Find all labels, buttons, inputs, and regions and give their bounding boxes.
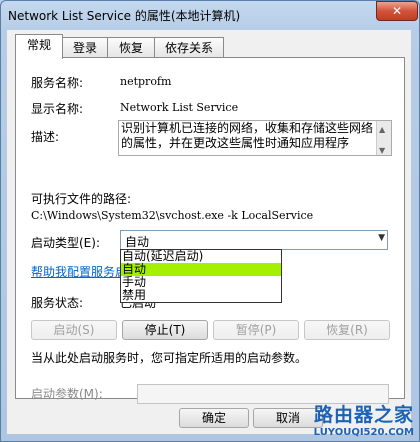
cancel-button[interactable]: 取消	[253, 408, 323, 428]
startup-type-dropdown[interactable]: 自动(延迟启动) 自动 手动 禁用	[120, 249, 282, 303]
scroll-down-icon[interactable]: ▼	[379, 143, 385, 155]
description-scrollbar[interactable]: ▲ ▼	[376, 121, 391, 155]
status-label: 服务状态:	[31, 296, 84, 310]
start-params-label: 启动参数(M):	[31, 387, 103, 401]
resume-button[interactable]: 恢复(R)	[304, 320, 390, 340]
scroll-up-icon[interactable]: ▲	[379, 122, 385, 137]
tab-logon[interactable]: 登录	[62, 37, 108, 58]
ok-button[interactable]: 确定	[179, 408, 249, 428]
title-bar[interactable]: Network List Service 的属性(本地计算机) ✕	[0, 0, 420, 30]
window-title: Network List Service 的属性(本地计算机)	[8, 9, 241, 23]
description-textarea[interactable]: 识别计算机已连接的网络，收集和存储这些网络的属性，并在更改这些属性时通知应用程序…	[118, 120, 392, 156]
help-configure-link[interactable]: 帮助我配置服务启	[31, 263, 127, 280]
tab-general[interactable]: 常规	[15, 34, 63, 59]
service-name-value: netprofm	[120, 75, 172, 88]
description-text: 识别计算机已连接的网络，收集和存储这些网络的属性，并在更改这些属性时通知应用程序	[121, 121, 374, 150]
start-params-hint: 当从此处启动服务时，您可指定所适用的启动参数。	[31, 351, 308, 365]
chevron-down-icon[interactable]: ▼	[378, 233, 385, 243]
display-name-label: 显示名称:	[31, 102, 84, 116]
tab-dependencies[interactable]: 依存关系	[154, 37, 224, 58]
stop-button[interactable]: 停止(T)	[122, 320, 208, 340]
close-button[interactable]: ✕	[376, 1, 418, 21]
startup-type-value: 自动	[125, 235, 150, 249]
close-icon: ✕	[391, 4, 403, 18]
startup-type-select[interactable]: 自动 ▼	[120, 230, 388, 250]
exe-path-value: C:\Windows\System32\svchost.exe -k Local…	[31, 209, 314, 222]
display-name-value: Network List Service	[120, 101, 239, 114]
description-label: 描述:	[31, 130, 60, 144]
general-panel: 服务名称: netprofm 显示名称: Network List Servic…	[15, 57, 405, 401]
watermark-url: LUYOUQI520.COM	[313, 427, 414, 438]
dialog-client: 常规 登录 恢复 依存关系 服务名称: netprofm 显示名称: Netwo…	[7, 30, 411, 434]
watermark: 路由器之家 LUYOUQI520.COM	[314, 400, 414, 438]
pause-button[interactable]: 暂停(P)	[213, 320, 299, 340]
service-name-label: 服务名称:	[31, 76, 84, 90]
startup-option-disabled[interactable]: 禁用	[121, 289, 281, 302]
watermark-title: 路由器之家	[313, 404, 414, 426]
start-button[interactable]: 启动(S)	[31, 320, 117, 340]
startup-type-label: 启动类型(E):	[31, 236, 100, 250]
exe-path-label: 可执行文件的路径:	[31, 192, 132, 206]
tab-recovery[interactable]: 恢复	[107, 37, 155, 58]
